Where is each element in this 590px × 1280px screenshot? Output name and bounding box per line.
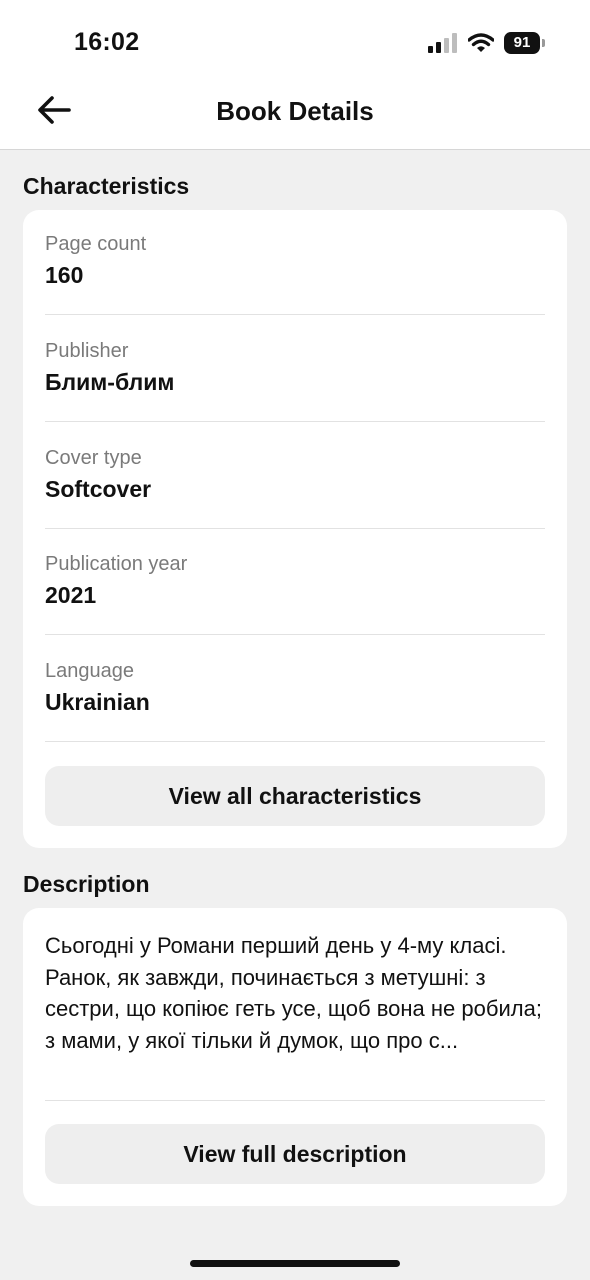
- characteristic-label: Publication year: [45, 553, 188, 575]
- characteristic-label: Cover type: [45, 447, 142, 469]
- characteristic-label: Page count: [45, 233, 147, 255]
- characteristic-label: Publisher: [45, 340, 129, 362]
- characteristics-card: Page count 160 Publisher Блим-блим Cover…: [23, 210, 567, 848]
- divider: [45, 528, 545, 529]
- description-heading: Description: [23, 871, 150, 897]
- characteristic-value: Softcover: [45, 476, 152, 502]
- divider: [45, 1100, 545, 1101]
- description-text: Сьогодні у Романи перший день у 4-му кла…: [45, 933, 542, 1053]
- home-indicator[interactable]: [190, 1260, 400, 1267]
- characteristic-publisher: Publisher Блим-блим: [45, 340, 545, 396]
- characteristic-cover-type: Cover type Softcover: [45, 447, 545, 503]
- wifi-icon: [468, 33, 494, 52]
- characteristic-value: 160: [45, 262, 84, 288]
- status-icons: 91: [428, 32, 545, 54]
- characteristic-value: 2021: [45, 582, 97, 608]
- status-time: 16:02: [74, 28, 140, 56]
- characteristic-value: Ukrainian: [45, 689, 150, 715]
- characteristics-heading: Characteristics: [23, 173, 190, 199]
- divider: [45, 741, 545, 742]
- characteristic-page-count: Page count 160: [45, 233, 545, 289]
- view-all-characteristics-button[interactable]: View all characteristics: [45, 766, 545, 826]
- view-full-description-button[interactable]: View full description: [45, 1124, 545, 1184]
- cellular-signal-icon: [428, 33, 457, 53]
- characteristic-language: Language Ukrainian: [45, 660, 545, 716]
- characteristic-publication-year: Publication year 2021: [45, 553, 545, 609]
- battery-icon: 91: [504, 32, 545, 54]
- characteristic-label: Language: [45, 660, 134, 682]
- description-card: Сьогодні у Романи перший день у 4-му кла…: [23, 908, 567, 1206]
- app-header: 16:02 91 Book Details: [0, 0, 590, 150]
- divider: [45, 421, 545, 422]
- characteristic-value: Блим-блим: [45, 369, 175, 395]
- divider: [45, 634, 545, 635]
- divider: [45, 314, 545, 315]
- page-title: Book Details: [216, 96, 374, 126]
